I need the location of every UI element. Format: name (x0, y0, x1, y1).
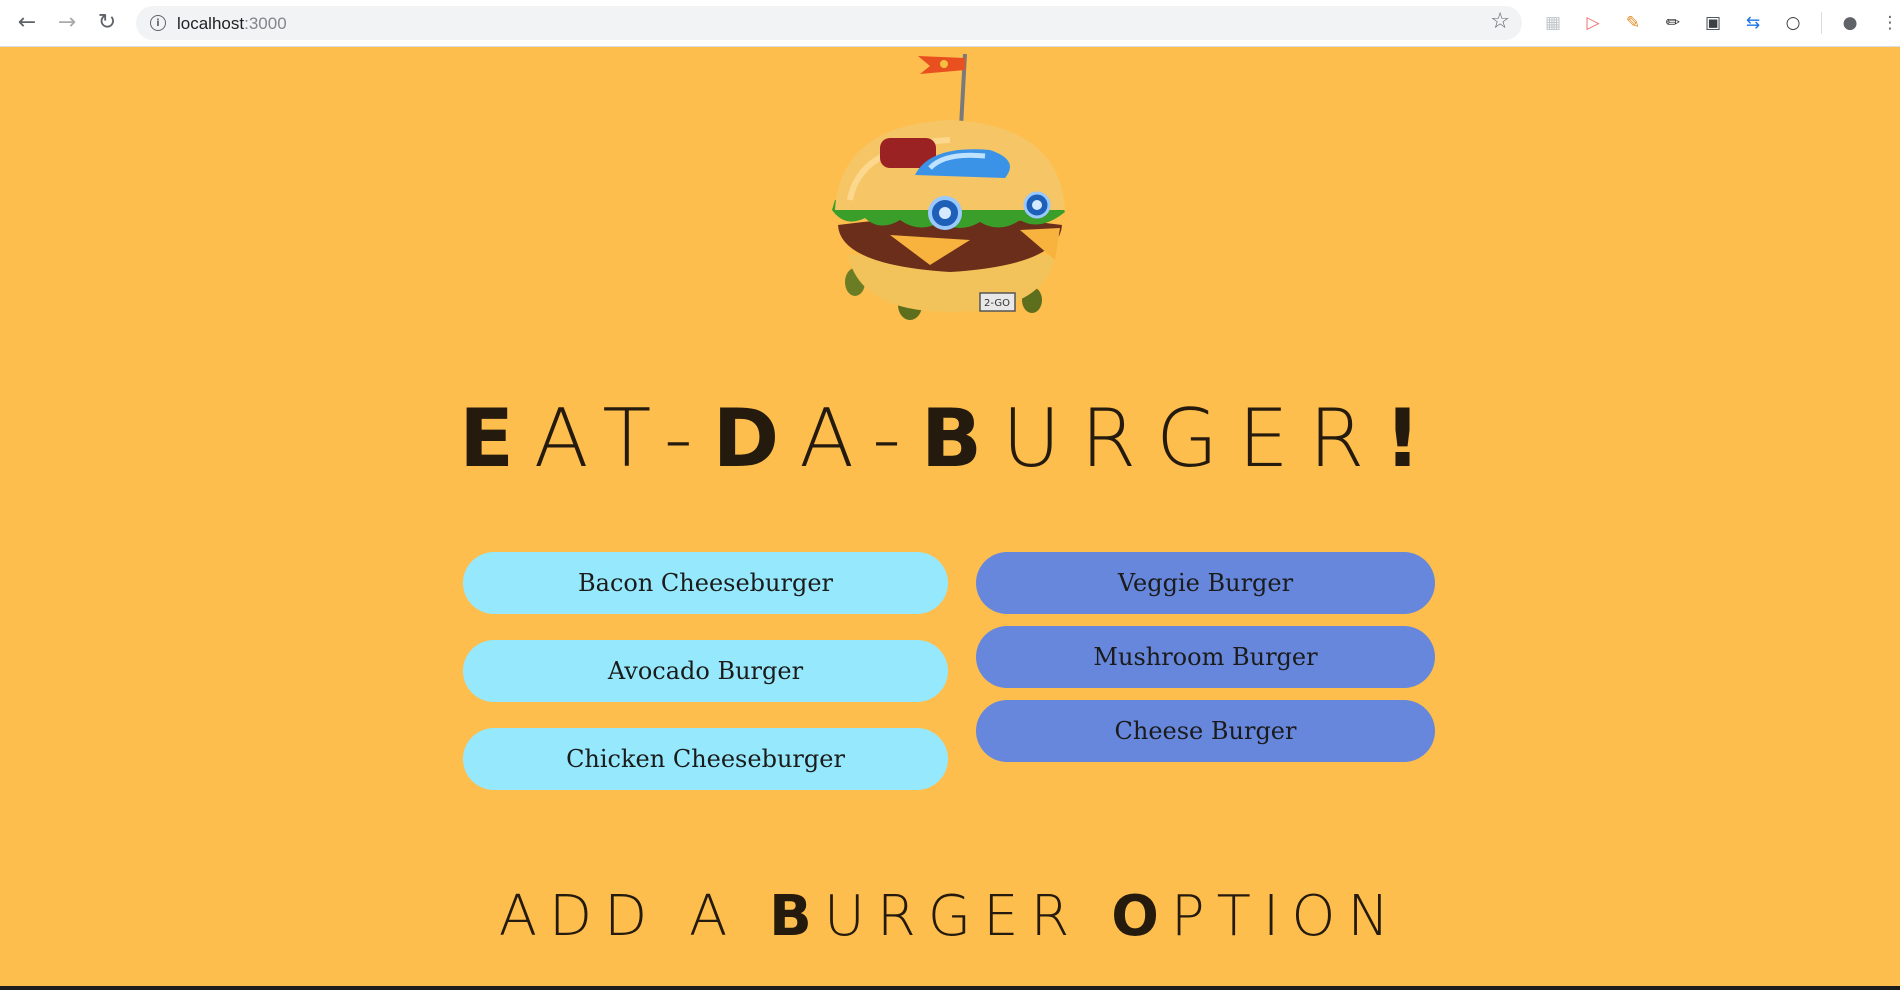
license-plate-text: 2-GO (984, 298, 1010, 309)
burger-car-logo: 2-GO (832, 53, 1065, 320)
extension-edit-icon[interactable]: ✎ (1621, 11, 1645, 35)
eaten-burgers-list: Bacon Cheeseburger Avocado Burger Chicke… (463, 552, 948, 790)
page-title: EAT-DA-BURGER! (0, 392, 1900, 485)
title-part: DA- (712, 392, 922, 485)
add-burger-heading: ADD A BURGER OPTION (0, 884, 1900, 949)
back-arrow-icon[interactable]: ← (13, 9, 41, 37)
reload-icon[interactable]: ↻ (93, 9, 121, 37)
extension-translate-icon[interactable]: ▦ (1541, 11, 1565, 35)
bookmark-star-icon[interactable]: ☆ (1490, 9, 1510, 34)
address-bar[interactable]: i localhost:3000 ☆ (136, 6, 1522, 40)
add-title-part: ADD A (498, 884, 770, 949)
extension-screenshot-icon[interactable]: ▣ (1701, 11, 1725, 35)
profile-avatar-icon[interactable]: ● (1838, 11, 1862, 35)
extension-swap-icon[interactable]: ⇆ (1741, 11, 1765, 35)
menu-kebab-icon[interactable]: ⋮ (1878, 11, 1900, 35)
extension-eyedropper-icon[interactable]: ✏ (1661, 11, 1685, 35)
bottom-edge-bar (0, 986, 1900, 990)
extension-code-icon[interactable]: ○ (1781, 11, 1805, 35)
url-text: localhost:3000 (177, 14, 287, 33)
add-title-part: BURGER (769, 884, 1112, 949)
browser-toolbar: ← → ↻ i localhost:3000 ☆ ▦ ▷ ✎ ✏ ▣ ⇆ ○ ●… (0, 0, 1900, 47)
available-burgers-list: Veggie Burger Mushroom Burger Cheese Bur… (976, 552, 1435, 762)
forward-arrow-icon[interactable]: → (53, 9, 81, 37)
add-title-part: OPTION (1111, 884, 1402, 949)
title-part: BURGER (921, 392, 1385, 485)
info-icon[interactable]: i (150, 15, 166, 31)
burger-button-avocado-burger[interactable]: Avocado Burger (463, 640, 948, 702)
extension-play-icon[interactable]: ▷ (1581, 11, 1605, 35)
burger-button-chicken-cheeseburger[interactable]: Chicken Cheeseburger (463, 728, 948, 790)
burger-button-mushroom-burger[interactable]: Mushroom Burger (976, 626, 1435, 688)
toolbar-separator (1821, 12, 1822, 34)
burger-button-bacon-cheeseburger[interactable]: Bacon Cheeseburger (463, 552, 948, 614)
title-part: ! (1384, 392, 1441, 485)
burger-button-cheese-burger[interactable]: Cheese Burger (976, 700, 1435, 762)
burger-button-veggie-burger[interactable]: Veggie Burger (976, 552, 1435, 614)
title-part: EAT- (459, 392, 713, 485)
